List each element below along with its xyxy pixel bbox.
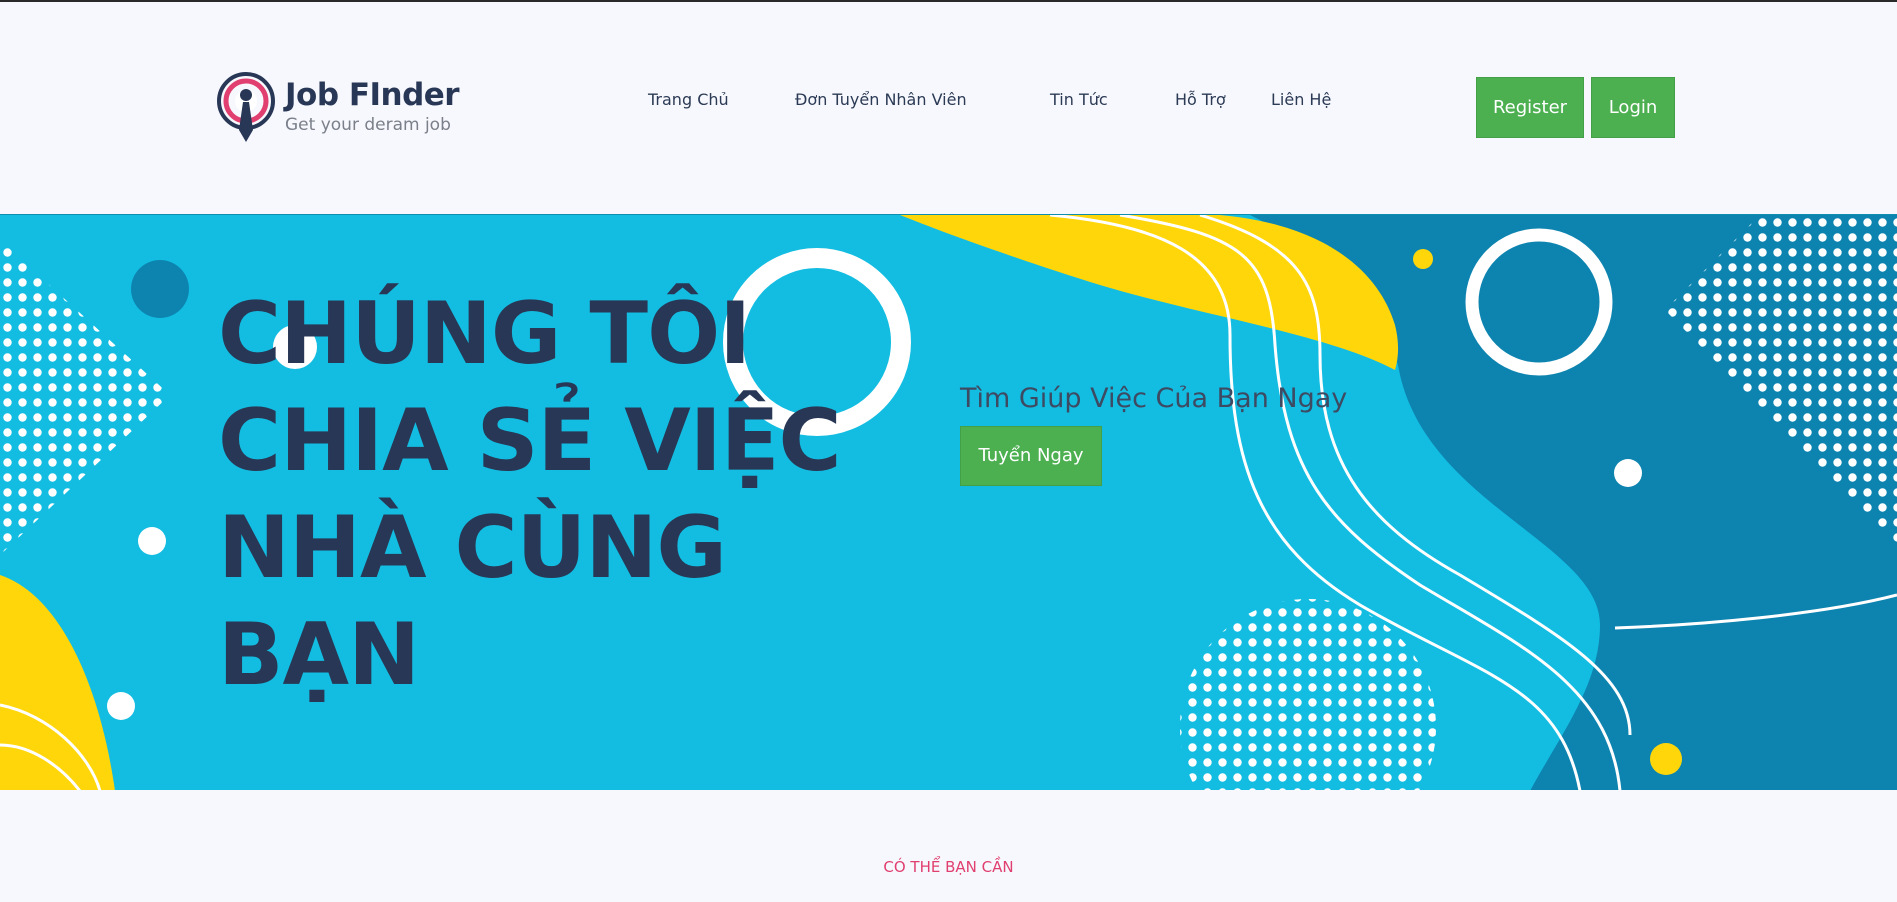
login-button[interactable]: Login: [1591, 77, 1675, 138]
nav-item-tin-tuc[interactable]: Tin Tức: [1050, 90, 1108, 109]
section-kicker: CÓ THỂ BẠN CẦN: [883, 858, 1014, 876]
register-button[interactable]: Register: [1476, 77, 1584, 138]
logo[interactable]: Job FInder Get your deram job: [217, 72, 460, 148]
hero-banner: CHÚNG TÔI CHIA SẺ VIỆC NHÀ CÙNG BẠN Tìm …: [0, 214, 1897, 790]
logo-title: Job FInder: [285, 77, 460, 113]
nav-item-trang-chu[interactable]: Trang Chủ: [648, 90, 729, 109]
nav-item-lien-he[interactable]: Liên Hệ: [1271, 90, 1331, 109]
hero-subtitle: Tìm Giúp Việc Của Bạn Ngay: [960, 383, 1348, 414]
nav-item-don-tuyen-nhan-vien[interactable]: Đơn Tuyển Nhân Viên: [795, 90, 967, 109]
nav-item-ho-tro[interactable]: Hỗ Trợ: [1175, 90, 1226, 109]
hire-now-button[interactable]: Tuyển Ngay: [960, 426, 1102, 486]
site-header: Job FInder Get your deram job Trang Chủ …: [0, 2, 1897, 214]
hero-title: CHÚNG TÔI CHIA SẺ VIỆC NHÀ CÙNG BẠN: [218, 284, 842, 705]
logo-tagline: Get your deram job: [285, 115, 451, 135]
job-finder-logo-icon: [217, 72, 275, 142]
